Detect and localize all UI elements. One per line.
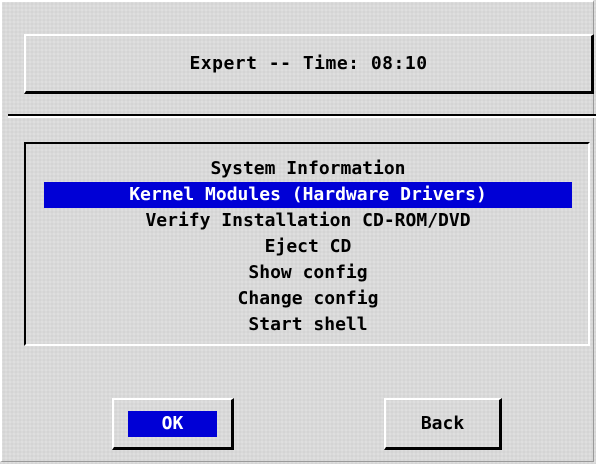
dialog-title: Expert -- Time: 08:10 bbox=[189, 53, 428, 74]
menu-item-change-config[interactable]: Change config bbox=[44, 286, 572, 312]
title-panel: Expert -- Time: 08:10 bbox=[24, 34, 594, 94]
menu-item-show-config[interactable]: Show config bbox=[44, 260, 572, 286]
ok-button[interactable]: OK bbox=[112, 398, 234, 450]
separator-line bbox=[8, 114, 596, 118]
menu-item-start-shell[interactable]: Start shell bbox=[44, 312, 572, 338]
menu-item-verify-installation[interactable]: Verify Installation CD-ROM/DVD bbox=[44, 208, 572, 234]
ok-button-label: OK bbox=[127, 410, 218, 437]
menu-listbox[interactable]: System Information Kernel Modules (Hardw… bbox=[24, 142, 590, 346]
menu-item-eject-cd[interactable]: Eject CD bbox=[44, 234, 572, 260]
menu-list: System Information Kernel Modules (Hardw… bbox=[44, 156, 572, 338]
back-button-label: Back bbox=[420, 412, 465, 434]
back-button[interactable]: Back bbox=[384, 398, 502, 450]
menu-item-kernel-modules[interactable]: Kernel Modules (Hardware Drivers) bbox=[44, 182, 572, 208]
menu-item-system-information[interactable]: System Information bbox=[44, 156, 572, 182]
